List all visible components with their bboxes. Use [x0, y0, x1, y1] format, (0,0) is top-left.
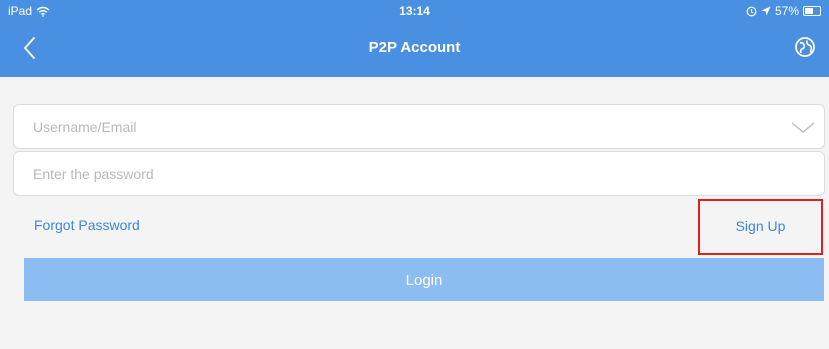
battery-level	[805, 8, 813, 14]
password-field	[13, 151, 825, 196]
sign-up-highlight: Sign Up	[698, 199, 823, 255]
sign-up-link[interactable]: Sign Up	[700, 218, 821, 234]
app-header: iPad 13:14 57% P2P Account	[0, 0, 829, 77]
alarm-icon	[746, 6, 757, 16]
username-field	[13, 104, 825, 149]
status-right: 57%	[746, 4, 821, 18]
login-button[interactable]: Login	[24, 258, 824, 301]
location-icon	[761, 6, 771, 16]
forgot-password-link[interactable]: Forgot Password	[34, 217, 140, 233]
page-title: P2P Account	[368, 39, 461, 56]
nav-bar: P2P Account	[0, 22, 829, 77]
battery-percent: 57%	[774, 4, 799, 18]
chevron-down-icon[interactable]	[790, 117, 816, 137]
password-input[interactable]	[33, 152, 773, 195]
status-time: 13:14	[399, 4, 430, 18]
battery-icon	[803, 6, 821, 16]
username-input[interactable]	[33, 105, 773, 148]
status-bar: iPad 13:14 57%	[0, 0, 829, 22]
globe-icon[interactable]	[794, 36, 816, 58]
